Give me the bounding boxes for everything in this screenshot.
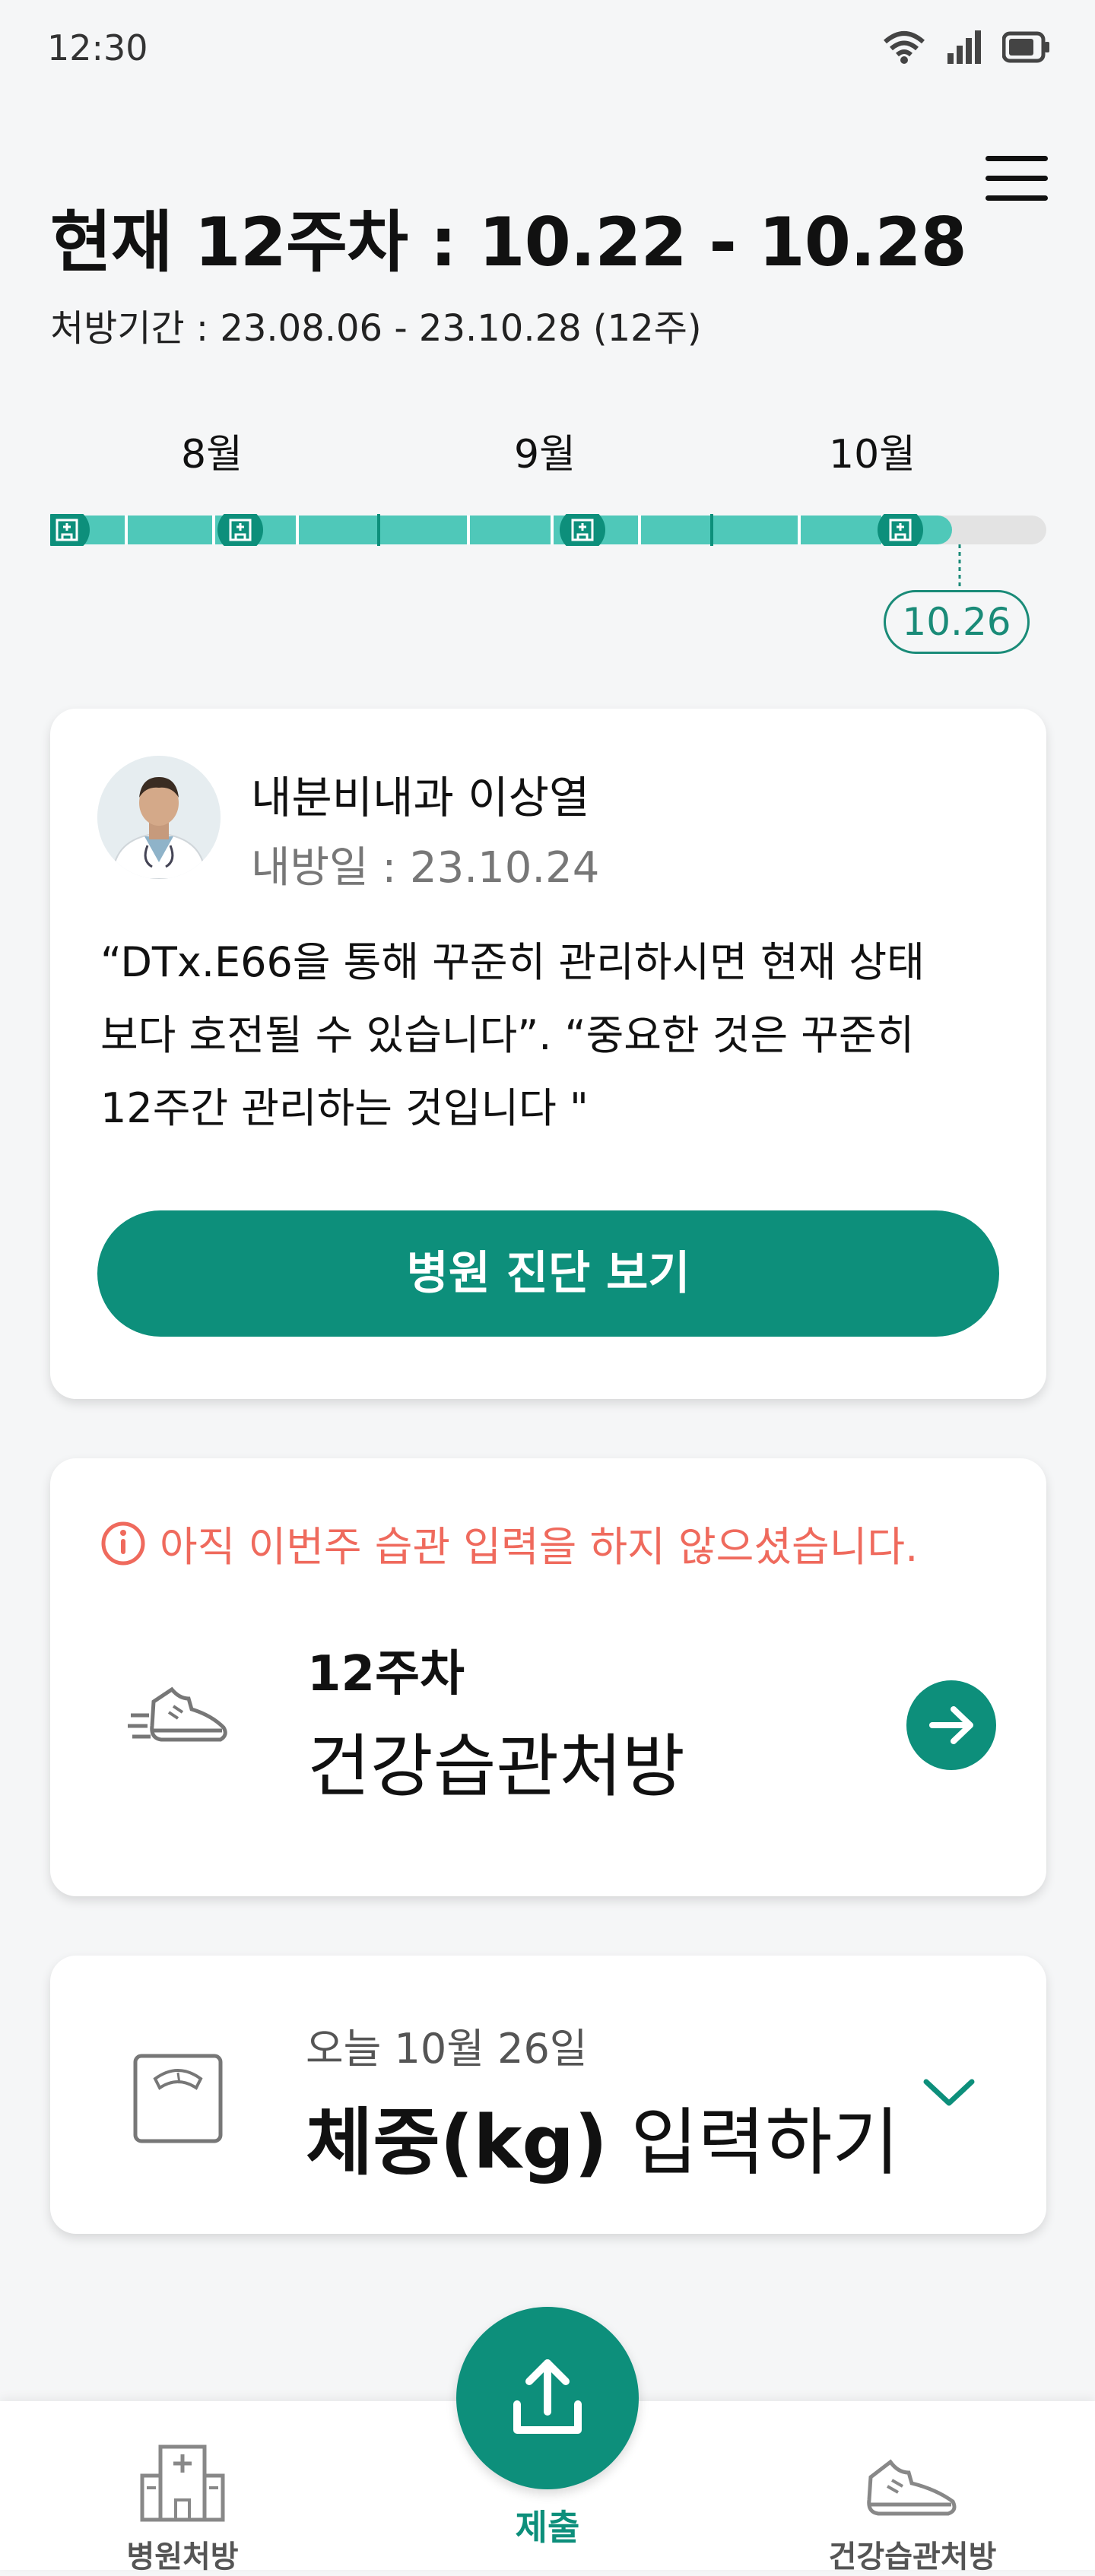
nav-label: 병원처방	[126, 2540, 239, 2574]
menu-line	[986, 195, 1048, 201]
doctor-message-line: 12주간 관리하는 것입니다 "	[100, 1084, 589, 1132]
weight-card[interactable]: 오늘 10월 26일 체중(kg) 입력하기	[50, 1956, 1046, 2234]
status-time: 12:30	[47, 27, 148, 68]
habit-warning: 아직 이번주 습관 입력을 하지 않으셨습니다.	[100, 1513, 918, 1573]
doctor-message-line: 보다 호전될 수 있습니다”. “중요한 것은 꾸준히	[100, 1011, 915, 1059]
hospital-icon	[140, 2444, 225, 2522]
habit-week: 12주차	[307, 1646, 465, 1702]
shoe-icon	[867, 2459, 957, 2516]
scale-icon	[133, 2054, 223, 2143]
weight-title-bold: 체중(kg)	[306, 2100, 608, 2185]
weight-title-rest: 입력하기	[607, 2100, 900, 2185]
info-icon	[101, 1521, 145, 1565]
habit-warning-text: 아직 이번주 습관 입력을 하지 않으셨습니다.	[160, 1523, 919, 1571]
habit-card[interactable]: 아직 이번주 습관 입력을 하지 않으셨습니다. 12주차 건강습관처방	[50, 1458, 1046, 1896]
submit-label[interactable]: 제출	[471, 2500, 624, 2550]
weight-title: 체중(kg) 입력하기	[306, 2083, 900, 2189]
weight-date: 오늘 10월 26일	[306, 2025, 588, 2073]
upload-icon	[513, 2359, 582, 2434]
month-label-august: 8월	[181, 432, 243, 477]
nav-hospital-prescription[interactable]: 병원처방	[61, 2439, 304, 2576]
doctor-message: “DTx.E66을 통해 꾸준히 관리하시면 현재 상태 보다 호전될 수 있습…	[100, 926, 998, 1145]
current-date-badge: 10.26	[884, 590, 1030, 654]
arrow-right-icon[interactable]	[906, 1680, 996, 1770]
hospital-marker-icon	[878, 514, 923, 546]
prescription-timeline	[50, 514, 1046, 546]
wifi-icon	[884, 31, 925, 64]
battery-icon	[1002, 31, 1049, 63]
visit-date: 내방일 : 23.10.24	[251, 843, 600, 893]
doctor-message-line: “DTx.E66을 통해 꾸준히 관리하시면 현재 상태	[100, 938, 925, 986]
hospital-marker-icon	[560, 514, 605, 546]
hospital-marker-icon	[50, 514, 90, 546]
doctor-card: 내분비내과 이상열 내방일 : 23.10.24 “DTx.E66을 통해 꾸준…	[50, 709, 1046, 1399]
signal-icon	[947, 30, 981, 64]
hamburger-menu-icon[interactable]	[986, 156, 1048, 206]
menu-line	[986, 156, 1048, 161]
habit-title: 건강습관처방	[307, 1727, 685, 1807]
month-label-october: 10월	[829, 432, 916, 477]
timeline-progress	[50, 516, 952, 544]
nav-label: 건강습관처방	[828, 2540, 997, 2574]
hospital-marker-icon	[217, 514, 263, 546]
nav-health-habit-prescription[interactable]: 건강습관처방	[791, 2439, 1034, 2576]
doctor-avatar	[97, 756, 221, 879]
chevron-down-icon[interactable]	[919, 2070, 979, 2115]
prescription-period: 처방기간 : 23.08.06 - 23.10.28 (12주)	[50, 307, 702, 350]
shoe-icon	[128, 1686, 227, 1742]
doctor-name: 내분비내과 이상열	[251, 772, 590, 823]
view-diagnosis-button[interactable]: 병원 진단 보기	[97, 1210, 999, 1337]
status-icons	[882, 29, 1051, 65]
month-label-september: 9월	[514, 432, 576, 477]
menu-line	[986, 176, 1048, 181]
page-title: 현재 12주차 : 10.22 - 10.28	[50, 203, 967, 281]
current-date-connector	[958, 544, 961, 592]
submit-button[interactable]	[456, 2307, 639, 2489]
